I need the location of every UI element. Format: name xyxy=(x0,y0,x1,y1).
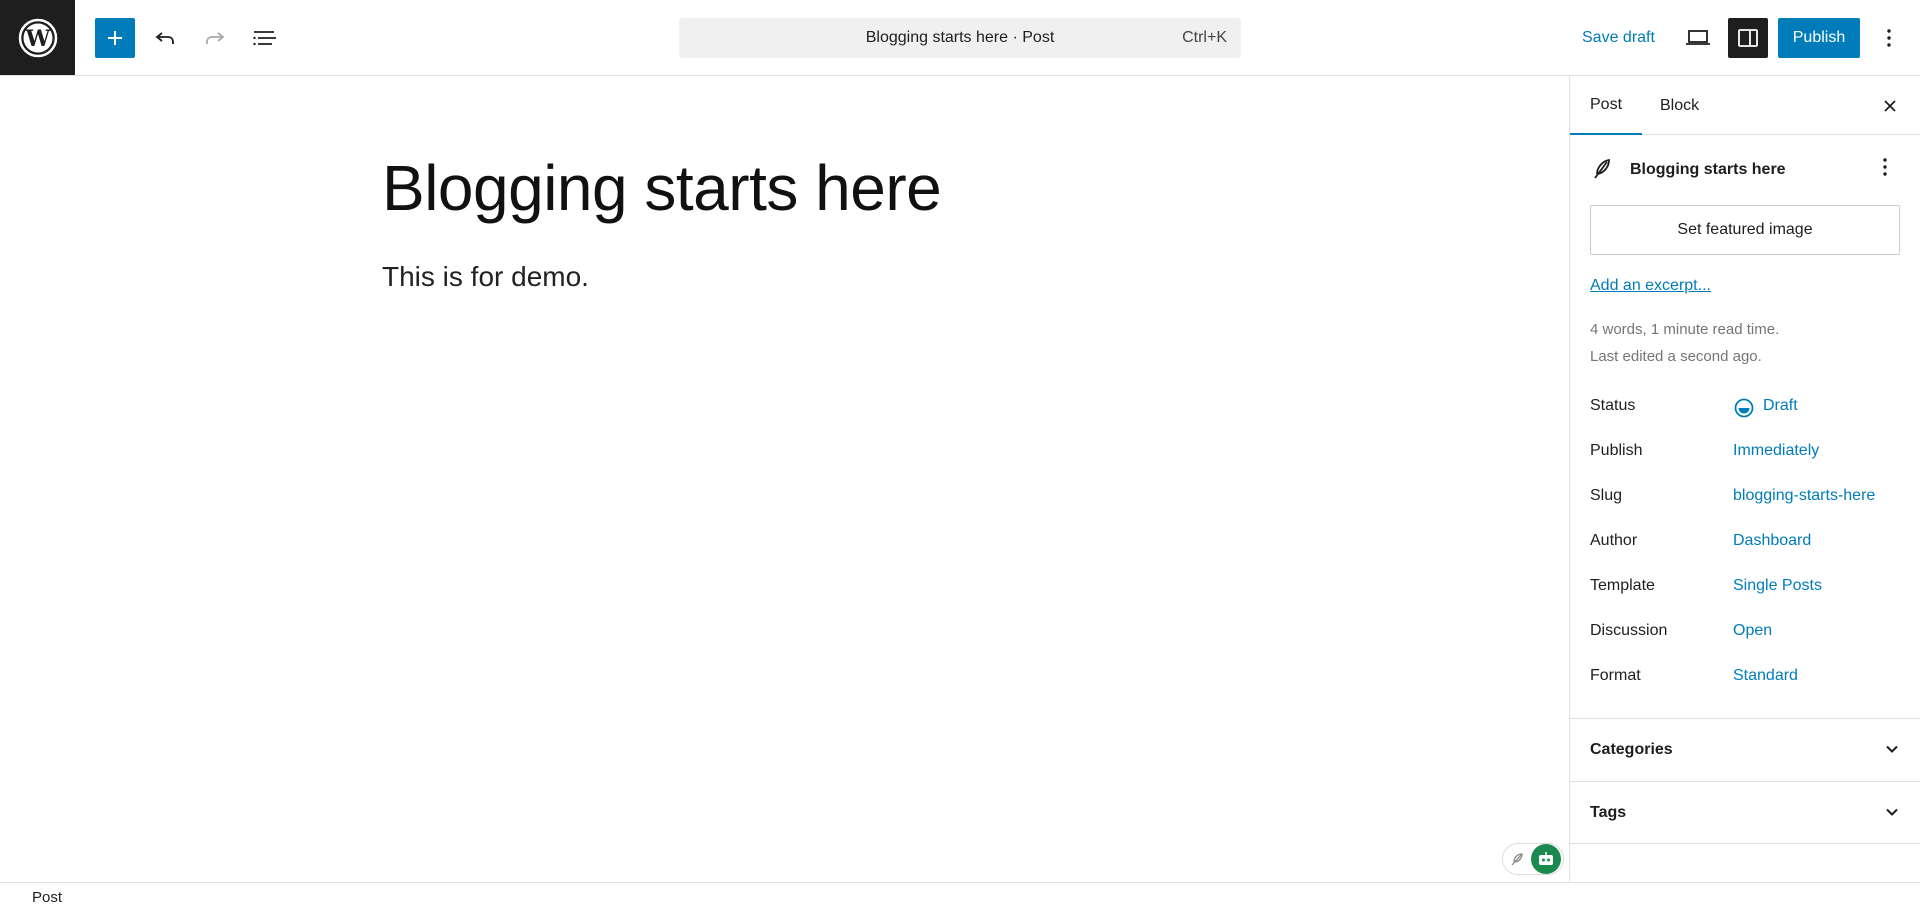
template-row: Template Single Posts xyxy=(1590,577,1900,601)
sidebar-icon xyxy=(1738,29,1758,47)
close-sidebar-button[interactable] xyxy=(1872,88,1908,124)
chevron-down-icon xyxy=(1886,808,1898,816)
categories-panel-title: Categories xyxy=(1590,741,1673,758)
tags-panel-toggle[interactable]: Tags xyxy=(1570,781,1920,844)
publish-label: Publish xyxy=(1590,442,1643,459)
command-shortcut: Ctrl+K xyxy=(1182,29,1227,46)
post-feather-icon xyxy=(1594,158,1610,179)
publish-value[interactable]: Immediately xyxy=(1733,442,1819,460)
discussion-value[interactable]: Open xyxy=(1733,622,1772,640)
assistant-bot-button[interactable] xyxy=(1531,844,1561,874)
author-row: Author Dashboard xyxy=(1590,532,1900,556)
preview-button[interactable] xyxy=(1678,18,1718,58)
feather-icon xyxy=(1511,853,1523,866)
add-block-button[interactable] xyxy=(95,18,135,58)
author-label: Author xyxy=(1590,532,1638,549)
desktop-preview-icon xyxy=(1686,30,1710,45)
undo-button[interactable] xyxy=(145,18,185,58)
vertical-ellipsis-icon xyxy=(1883,158,1887,176)
wordpress-icon: W xyxy=(18,18,57,57)
last-edited-text: Last edited a second ago. xyxy=(1590,348,1762,365)
categories-panel-toggle[interactable]: Categories xyxy=(1570,718,1920,781)
set-featured-image-button[interactable]: Set featured image xyxy=(1590,205,1900,255)
block-breadcrumb-bar: Post xyxy=(0,882,1920,912)
tab-block[interactable]: Block xyxy=(1640,76,1719,135)
template-value[interactable]: Single Posts xyxy=(1733,577,1822,595)
settings-toggle-button[interactable] xyxy=(1728,18,1768,58)
svg-text:W: W xyxy=(24,26,50,52)
tab-post[interactable]: Post xyxy=(1570,76,1643,135)
plus-icon xyxy=(108,31,122,45)
draft-status-icon xyxy=(1734,398,1754,418)
breadcrumb-post[interactable]: Post xyxy=(32,889,62,906)
author-value[interactable]: Dashboard xyxy=(1733,532,1811,550)
robot-icon xyxy=(1539,852,1553,865)
tags-panel-title: Tags xyxy=(1590,803,1627,821)
status-label: Status xyxy=(1590,397,1636,414)
list-view-icon xyxy=(253,31,276,46)
word-count-text: 4 words, 1 minute read time. xyxy=(1590,321,1780,338)
save-draft-button[interactable]: Save draft xyxy=(1570,18,1667,58)
format-label: Format xyxy=(1590,667,1641,684)
undo-icon xyxy=(155,32,174,44)
command-palette-bar[interactable]: Blogging starts here · Post Ctrl+K xyxy=(679,18,1241,58)
publish-button[interactable]: Publish xyxy=(1778,18,1860,58)
editor-header: W Blogging starts here · Post Ctrl+K Sav… xyxy=(0,0,1920,76)
command-bar-title: Blogging starts here · Post xyxy=(865,29,1055,46)
redo-button[interactable] xyxy=(195,18,235,58)
discussion-row: Discussion Open xyxy=(1590,622,1900,646)
vertical-ellipsis-icon xyxy=(1887,29,1891,47)
slug-row: Slug blogging-starts-here xyxy=(1590,487,1900,511)
status-row: Status Draft xyxy=(1590,397,1900,421)
post-title-field[interactable]: Blogging starts here xyxy=(382,151,942,225)
floating-tools xyxy=(1502,843,1564,875)
editor-canvas: Blogging starts here This is for demo. xyxy=(0,76,1569,882)
settings-sidebar: Post Block Blogging starts here Set feat… xyxy=(1569,76,1920,882)
feather-button[interactable] xyxy=(1503,845,1531,873)
document-overview-button[interactable] xyxy=(245,18,285,58)
status-value[interactable]: Draft xyxy=(1763,397,1798,415)
slug-value[interactable]: blogging-starts-here xyxy=(1733,487,1875,505)
format-value[interactable]: Standard xyxy=(1733,667,1798,685)
publish-row: Publish Immediately xyxy=(1590,442,1900,466)
sidebar-tabs: Post Block xyxy=(1570,76,1920,135)
discussion-label: Discussion xyxy=(1590,622,1668,639)
options-button[interactable] xyxy=(1869,18,1909,58)
template-label: Template xyxy=(1590,577,1655,594)
sidebar-post-title: Blogging starts here xyxy=(1630,161,1786,178)
redo-icon xyxy=(206,32,225,44)
post-actions-button[interactable] xyxy=(1870,152,1900,182)
wordpress-logo-button[interactable]: W xyxy=(0,0,75,75)
add-excerpt-link[interactable]: Add an excerpt... xyxy=(1590,277,1711,295)
chevron-down-icon xyxy=(1886,745,1898,753)
paragraph-block[interactable]: This is for demo. xyxy=(382,261,589,293)
format-row: Format Standard xyxy=(1590,667,1900,691)
slug-label: Slug xyxy=(1590,487,1623,504)
close-icon xyxy=(1884,100,1896,112)
